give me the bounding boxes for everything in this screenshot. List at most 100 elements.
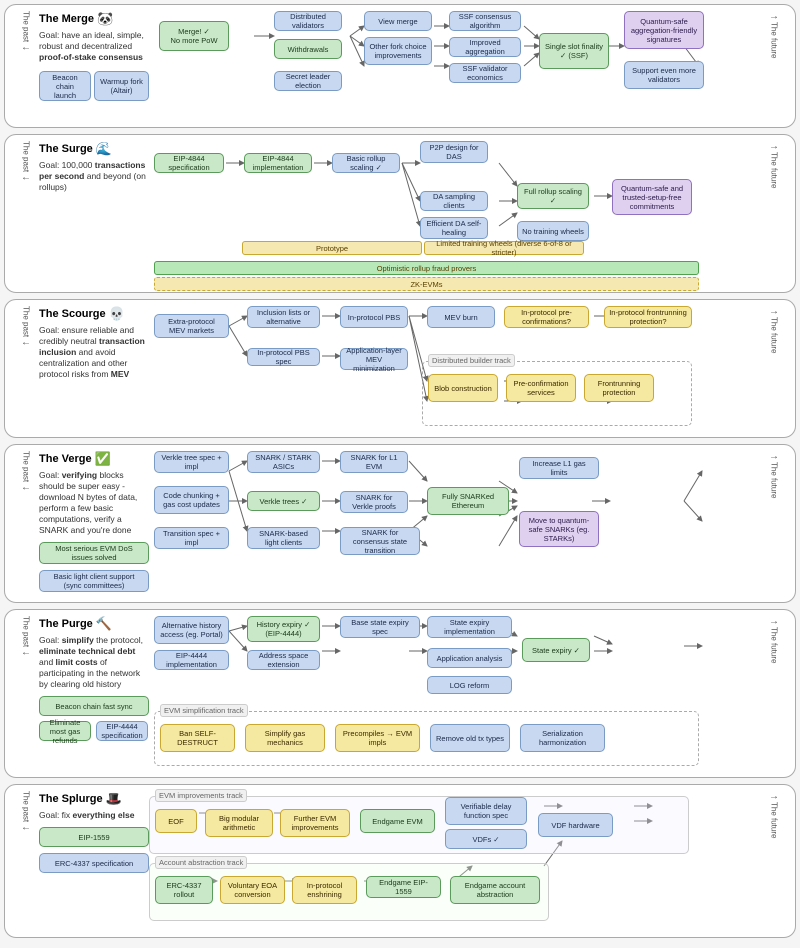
node-quantum-safe-commit: Quantum-safe and trusted-setup-free comm… bbox=[612, 179, 692, 215]
node-p2p-das: P2P design for DAS bbox=[420, 141, 488, 163]
bar-optimistic-rollup: Optimistic rollup fraud provers bbox=[154, 261, 699, 275]
node-alt-history-access: Alternative history access (eg. Portal) bbox=[154, 616, 229, 644]
verge-goal: Goal: verifying blocks should be super e… bbox=[39, 470, 148, 536]
purge-side-left: The past ← bbox=[15, 616, 37, 658]
node-vdf-spec: Verifiable delay function spec bbox=[445, 797, 527, 825]
node-fully-snarked: Fully SNARKed Ethereum bbox=[427, 487, 509, 515]
node-full-rollup-scaling: Full rollup scaling ✓ bbox=[517, 183, 589, 209]
scourge-side-right: → The future bbox=[763, 306, 785, 353]
node-no-training-wheels: No training wheels bbox=[517, 221, 589, 241]
evm-simplification-track-label: EVM simplification track bbox=[160, 704, 248, 717]
node-improved-agg: Improved aggregation bbox=[449, 37, 521, 57]
node-snark-stark-asics: SNARK / STARK ASICs bbox=[247, 451, 320, 473]
splurge-title-text: The Splurge bbox=[39, 793, 103, 805]
splurge-side-right: → The future bbox=[763, 791, 785, 838]
evm-simplification-track-box: EVM simplification track Ban SELF-DESTRU… bbox=[154, 711, 699, 766]
node-ssf-consensus: SSF consensus algorithm bbox=[449, 11, 521, 31]
node-simplify-gas: Simplify gas mechanics bbox=[245, 724, 325, 752]
node-blob-construction: Blob construction bbox=[428, 374, 498, 402]
past-label-verge: The past bbox=[22, 451, 31, 482]
section-scourge: The past ← The Scourge 💀 Goal: ensure re… bbox=[4, 299, 796, 438]
node-quantum-safe-snarks: Move to quantum-safe SNARKs (eg. STARKs) bbox=[519, 511, 599, 547]
surge-left: The Surge 🌊 Goal: 100,000 transactions p… bbox=[39, 141, 154, 193]
splurge-title: The Splurge 🎩 bbox=[39, 791, 143, 807]
roadmap-container: The past ← The Merge 🐼 Goal: have an ide… bbox=[0, 0, 800, 948]
merge-side-left: The past ← bbox=[15, 11, 37, 53]
arrow-left-purge: ← bbox=[21, 647, 31, 658]
node-transition-spec: Transition spec + impl bbox=[154, 527, 229, 549]
node-extra-protocol-mev: Extra-protocol MEV markets bbox=[154, 314, 229, 338]
splurge-side-left: The past ← bbox=[15, 791, 37, 833]
past-label-surge: The past bbox=[22, 141, 31, 172]
node-endgame-eip1559: Endgame EIP-1559 bbox=[366, 876, 441, 898]
surge-side-left: The past ← bbox=[15, 141, 37, 183]
verge-arrows bbox=[154, 451, 761, 596]
node-warmup-fork: Warmup fork (Altair) bbox=[94, 71, 149, 101]
future-label-merge: The future bbox=[770, 22, 779, 58]
splurge-goal: Goal: fix everything else bbox=[39, 810, 143, 821]
verge-left: The Verge ✅ Goal: verifying blocks shoul… bbox=[39, 451, 154, 592]
arrow-right-verge: → bbox=[769, 451, 779, 462]
surge-title: The Surge 🌊 bbox=[39, 141, 148, 157]
node-ssf-validator-econ: SSF validator economics bbox=[449, 63, 521, 83]
splurge-content: EVM improvements track EOF Big modular a… bbox=[149, 791, 761, 931]
node-app-analysis: Application analysis bbox=[427, 648, 512, 668]
node-ssf: Single slot finality ✓ (SSF) bbox=[539, 33, 609, 69]
arrow-left-scourge: ← bbox=[21, 337, 31, 348]
arrow-left-splurge: ← bbox=[21, 822, 31, 833]
node-serialization-harmonization: Serialization harmonization bbox=[520, 724, 605, 752]
node-beacon-fast-sync: Beacon chain fast sync bbox=[39, 696, 149, 716]
section-merge: The past ← The Merge 🐼 Goal: have an ide… bbox=[4, 4, 796, 128]
purge-content: Alternative history access (eg. Portal) … bbox=[154, 616, 761, 771]
bar-prototype: Prototype bbox=[242, 241, 422, 255]
node-frontrunning: In-protocol frontrunning protection? bbox=[604, 306, 692, 328]
account-abstraction-track-box: Account abstraction track ERC-4337 rollo… bbox=[149, 863, 549, 921]
node-more-validators: Support even more validators bbox=[624, 61, 704, 89]
surge-title-text: The Surge bbox=[39, 143, 93, 155]
node-voluntary-eoa: Voluntary EOA conversion bbox=[220, 876, 285, 904]
node-app-mev-min: Application-layer MEV minimization bbox=[340, 348, 408, 370]
node-snark-l1-evm: SNARK for L1 EVM bbox=[340, 451, 408, 473]
node-distributed-validators: Distributed validators bbox=[274, 11, 342, 31]
verge-title: The Verge ✅ bbox=[39, 451, 148, 467]
account-abstraction-track-label: Account abstraction track bbox=[155, 856, 247, 869]
node-increase-l1-gas: Increase L1 gas limits bbox=[519, 457, 599, 479]
node-eip1559: EIP-1559 bbox=[39, 827, 149, 847]
node-withdrawals: Withdrawals bbox=[274, 39, 342, 59]
future-label-purge: The future bbox=[770, 627, 779, 663]
node-snark-verkle: SNARK for Verkle proofs bbox=[340, 491, 408, 513]
node-snark-light-clients: SNARK-based light clients bbox=[247, 527, 320, 549]
verge-side-right: → The future bbox=[763, 451, 785, 498]
merge-title-text: The Merge bbox=[39, 13, 94, 25]
node-state-expiry: State expiry ✓ bbox=[522, 638, 590, 662]
purge-side-right: → The future bbox=[763, 616, 785, 663]
node-endgame-evm: Endgame EVM bbox=[360, 809, 435, 833]
node-frontrunning-protection: Frontrunning protection bbox=[584, 374, 654, 402]
arrow-right-scourge: → bbox=[769, 306, 779, 317]
node-fork-choice: Other fork choice improvements bbox=[364, 37, 432, 65]
section-purge: The past ← The Purge 🔨 Goal: simplify th… bbox=[4, 609, 796, 778]
node-view-merge: View merge bbox=[364, 11, 432, 31]
past-label-merge: The past bbox=[22, 11, 31, 42]
arrow-right-surge: → bbox=[769, 141, 779, 152]
purge-left: The Purge 🔨 Goal: simplify the protocol,… bbox=[39, 616, 154, 746]
node-merge-pow: Merge! ✓No more PoW bbox=[159, 21, 229, 51]
arrow-right-purge: → bbox=[769, 616, 779, 627]
scourge-goal: Goal: ensure reliable and credibly neutr… bbox=[39, 325, 148, 380]
scourge-title: The Scourge 💀 bbox=[39, 306, 148, 322]
node-ban-self-destruct: Ban SELF-DESTRUCT bbox=[160, 724, 235, 752]
scourge-left: The Scourge 💀 Goal: ensure reliable and … bbox=[39, 306, 154, 380]
verge-emoji: ✅ bbox=[95, 451, 111, 467]
node-remove-old-tx: Remove old tx types bbox=[430, 724, 510, 752]
evm-improvements-track-box: EVM improvements track EOF Big modular a… bbox=[149, 796, 689, 854]
surge-emoji: 🌊 bbox=[96, 141, 112, 157]
splurge-emoji: 🎩 bbox=[106, 791, 122, 807]
node-big-modular-arith: Big modular arithmetic bbox=[205, 809, 273, 837]
verge-content: Verkle tree spec + impl SNARK / STARK AS… bbox=[154, 451, 761, 596]
node-verkle-tree-spec: Verkle tree spec + impl bbox=[154, 451, 229, 473]
node-efficient-da: Efficient DA self-healing bbox=[420, 217, 488, 239]
node-basic-light-client: Basic light client support (sync committ… bbox=[39, 570, 149, 592]
purge-emoji: 🔨 bbox=[96, 616, 112, 632]
arrow-left-verge: ← bbox=[21, 482, 31, 493]
node-inclusion-lists: Inclusion lists or alternative bbox=[247, 306, 320, 328]
